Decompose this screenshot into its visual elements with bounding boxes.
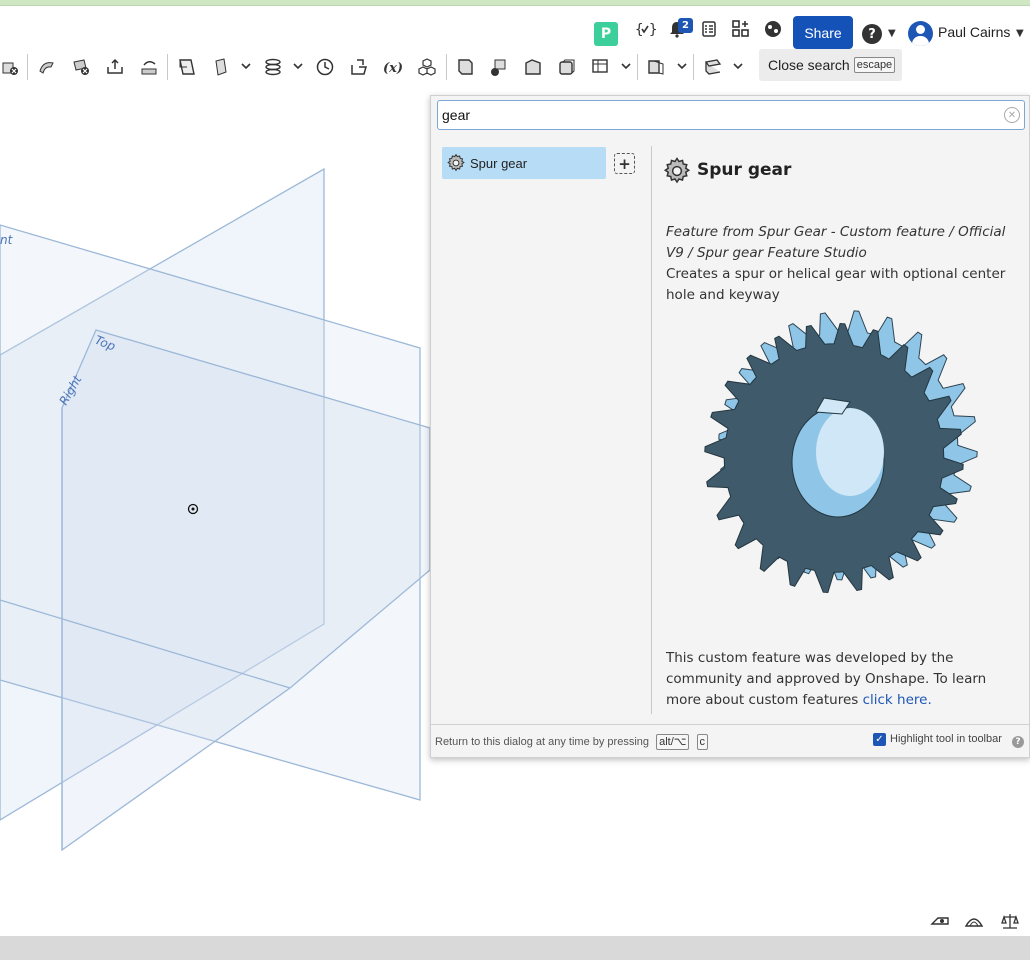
flange-icon[interactable] bbox=[521, 55, 545, 79]
pattern-icon[interactable] bbox=[261, 55, 285, 79]
feature-toolbar: (x) Close search escape bbox=[0, 48, 1030, 84]
help-icon[interactable]: ? bbox=[862, 24, 882, 44]
learning-center-icon[interactable] bbox=[760, 16, 786, 42]
variable-icon[interactable]: (x) bbox=[381, 55, 405, 79]
feature-source: Feature from Spur Gear - Custom feature … bbox=[666, 224, 1006, 261]
move-face-icon[interactable] bbox=[103, 55, 127, 79]
app-header: P {} 2 Share ? ▼ Paul Cairns ▼ bbox=[0, 6, 1030, 49]
feature-description: Creates a spur or helical gear with opti… bbox=[666, 266, 1006, 303]
assembly-cubes-icon[interactable] bbox=[415, 55, 439, 79]
svg-text:(x): (x) bbox=[383, 61, 403, 76]
highlight-tool-checkbox[interactable]: ✓ bbox=[873, 733, 886, 746]
svg-text:}: } bbox=[649, 22, 656, 38]
alt-key-hint: alt/⌥ bbox=[656, 734, 690, 750]
chevron-down-icon[interactable] bbox=[676, 60, 688, 72]
delete-part-icon[interactable] bbox=[0, 55, 24, 79]
gear-icon bbox=[447, 153, 465, 172]
highlight-tool-label[interactable]: Highlight tool in toolbar bbox=[890, 733, 1002, 745]
share-button[interactable]: Share bbox=[793, 16, 853, 49]
panel-footer: Return to this dialog at any time by pre… bbox=[431, 724, 1029, 757]
app-store-icon[interactable] bbox=[728, 16, 754, 42]
table-icon[interactable] bbox=[589, 55, 613, 79]
replace-face-icon[interactable] bbox=[137, 55, 161, 79]
checklist-icon[interactable] bbox=[696, 16, 722, 42]
chevron-down-icon[interactable] bbox=[732, 60, 744, 72]
plane-label-front: nt bbox=[0, 233, 14, 247]
feature-footer-text: This custom feature was developed by the… bbox=[666, 648, 1016, 711]
escape-key-hint: escape bbox=[853, 57, 896, 73]
search-input[interactable] bbox=[442, 104, 992, 126]
wrap-icon[interactable] bbox=[35, 55, 59, 79]
feature-search-panel: ✕ Spur gear + Spur gear Feature from Spu… bbox=[430, 95, 1030, 758]
toolbar-separator bbox=[693, 54, 694, 80]
plane-icon[interactable] bbox=[175, 55, 199, 79]
return-hint: Return to this dialog at any time by pre… bbox=[435, 734, 708, 750]
toolbar-separator bbox=[167, 54, 168, 80]
footer-text: This custom feature was developed by the… bbox=[666, 650, 987, 708]
measure-icon[interactable] bbox=[930, 912, 950, 930]
mass-properties-icon[interactable] bbox=[313, 55, 337, 79]
flat-view-icon[interactable] bbox=[644, 55, 668, 79]
mate-connector-icon[interactable] bbox=[209, 55, 233, 79]
appearance-icon[interactable] bbox=[1000, 912, 1020, 930]
return-hint-text: Return to this dialog at any time by pre… bbox=[435, 736, 650, 748]
frame-icon[interactable] bbox=[701, 55, 725, 79]
search-box: ✕ bbox=[437, 100, 1025, 130]
delete-face-icon[interactable] bbox=[69, 55, 93, 79]
workspace-badge[interactable]: P bbox=[594, 22, 618, 46]
variables-icon[interactable]: {} bbox=[632, 16, 658, 42]
import-icon[interactable] bbox=[347, 55, 371, 79]
search-result-item[interactable]: Spur gear bbox=[442, 147, 606, 179]
notification-count-badge: 2 bbox=[678, 18, 693, 33]
sheet-metal-icon[interactable] bbox=[453, 55, 477, 79]
gear-icon bbox=[663, 157, 691, 184]
close-search-button[interactable]: Close search escape bbox=[759, 49, 902, 81]
chevron-down-icon[interactable] bbox=[240, 60, 252, 72]
feature-title: Spur gear bbox=[697, 160, 792, 180]
clear-search-icon[interactable]: ✕ bbox=[1004, 107, 1020, 123]
help-chevron-down-icon[interactable]: ▼ bbox=[888, 28, 896, 39]
avatar[interactable] bbox=[908, 21, 933, 46]
panel-divider bbox=[651, 146, 652, 714]
remove-sheet-metal-icon[interactable] bbox=[487, 55, 511, 79]
section-view-icon[interactable] bbox=[964, 912, 984, 930]
toolbar-separator bbox=[446, 54, 447, 80]
spur-gear-preview-image bbox=[704, 310, 978, 594]
user-chevron-down-icon[interactable]: ▼ bbox=[1016, 28, 1024, 39]
tab-bar bbox=[0, 936, 1030, 960]
search-result-label: Spur gear bbox=[470, 155, 528, 171]
user-name[interactable]: Paul Cairns bbox=[938, 24, 1010, 40]
gear-hole-interior bbox=[816, 408, 884, 496]
add-to-toolbar-button[interactable]: + bbox=[614, 153, 635, 174]
toolbar-separator bbox=[637, 54, 638, 80]
learn-more-link[interactable]: click here. bbox=[863, 692, 932, 708]
help-icon[interactable]: ? bbox=[1012, 736, 1024, 748]
toolbar-separator bbox=[27, 54, 28, 80]
c-key-hint: c bbox=[696, 734, 708, 750]
tab-icon[interactable] bbox=[555, 55, 579, 79]
chevron-down-icon[interactable] bbox=[292, 60, 304, 72]
chevron-down-icon[interactable] bbox=[620, 60, 632, 72]
close-search-label: Close search bbox=[768, 57, 850, 73]
